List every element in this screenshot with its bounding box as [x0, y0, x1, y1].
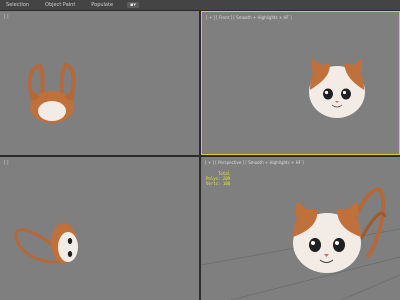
menu-object-paint[interactable]: Object Paint [37, 0, 83, 10]
backpack-model-back-view[interactable] [0, 11, 199, 155]
viewport-top-left[interactable]: [ ] [0, 11, 199, 155]
backpack-model-side-view[interactable] [0, 157, 199, 300]
menu-selector-dropdown[interactable]: ▪▾ [127, 2, 139, 8]
menu-selection[interactable]: Selection [0, 0, 37, 10]
menu-populate[interactable]: Populate [83, 0, 121, 10]
backpack-model-front-view[interactable] [202, 12, 399, 154]
viewport-bottom-right[interactable]: [ + ] [ Perspective ] [ Smooth + Highlig… [201, 157, 400, 300]
backpack-model-perspective-view[interactable] [201, 157, 400, 300]
viewport-bottom-left[interactable]: [ ] [0, 157, 199, 300]
viewport-top-right[interactable]: [ + ] [ Front ] [ Smooth + Highlights + … [201, 11, 400, 155]
menu-bar: Selection Object Paint Populate ▪▾ [0, 0, 400, 11]
